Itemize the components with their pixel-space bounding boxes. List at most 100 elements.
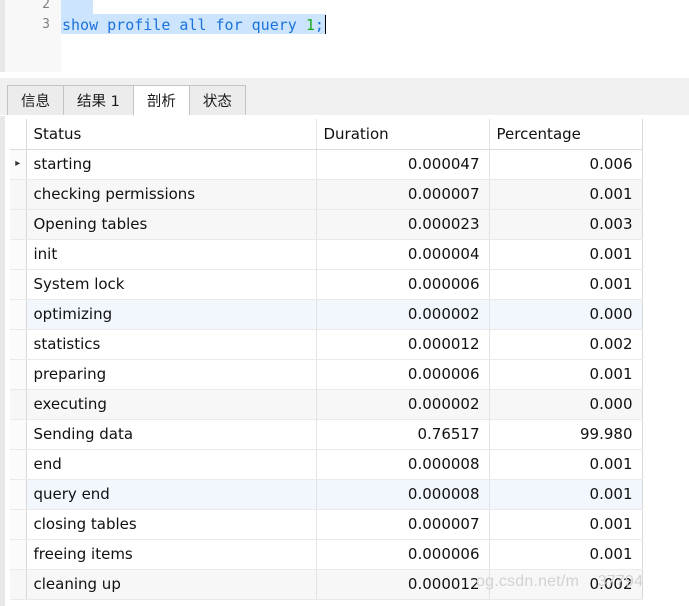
cell-status[interactable]: Sending data bbox=[26, 419, 317, 450]
table-row[interactable]: System lock 0.000006 0.001 bbox=[10, 269, 643, 300]
cell-duration[interactable]: 0.000008 bbox=[316, 449, 490, 480]
table-row[interactable]: closing tables 0.000007 0.001 bbox=[10, 509, 643, 540]
cell-duration[interactable]: 0.000007 bbox=[316, 179, 490, 210]
line-number-3: 3 bbox=[42, 17, 50, 32]
cell-status[interactable]: freeing items bbox=[26, 539, 317, 570]
row-marker-cell[interactable] bbox=[10, 479, 27, 510]
cell-status[interactable]: Opening tables bbox=[26, 209, 317, 240]
cell-percentage[interactable]: 0.002 bbox=[489, 569, 643, 600]
table-row[interactable]: statistics 0.000012 0.002 bbox=[10, 329, 643, 360]
table-row[interactable]: query end 0.000008 0.001 bbox=[10, 479, 643, 510]
cell-status[interactable]: executing bbox=[26, 389, 317, 420]
cell-duration[interactable]: 0.000012 bbox=[316, 329, 490, 360]
row-marker-cell[interactable] bbox=[10, 359, 27, 390]
cell-duration[interactable]: 0.000006 bbox=[316, 269, 490, 300]
cell-duration[interactable]: 0.76517 bbox=[316, 419, 490, 450]
sql-statement-terminator: ; bbox=[314, 16, 324, 34]
cell-percentage[interactable]: 0.000 bbox=[489, 299, 643, 330]
cell-duration[interactable]: 0.000006 bbox=[316, 539, 490, 570]
result-tab-bar: 信息 结果 1 剖析 状态 bbox=[0, 84, 689, 116]
row-marker-header bbox=[10, 119, 27, 150]
cell-status[interactable]: cleaning up bbox=[26, 569, 317, 600]
cell-duration[interactable]: 0.000008 bbox=[316, 479, 490, 510]
table-row[interactable]: Sending data 0.76517 99.980 bbox=[10, 419, 643, 450]
column-header-status[interactable]: Status bbox=[26, 119, 317, 150]
profile-table-body: ▸ starting 0.000047 0.006 checking permi… bbox=[10, 149, 643, 600]
line-number-2: 2 bbox=[42, 0, 50, 12]
cell-percentage[interactable]: 99.980 bbox=[489, 419, 643, 450]
cell-percentage[interactable]: 0.001 bbox=[489, 269, 643, 300]
cell-duration[interactable]: 0.000047 bbox=[316, 149, 490, 180]
cell-status[interactable]: query end bbox=[26, 479, 317, 510]
cell-percentage[interactable]: 0.003 bbox=[489, 209, 643, 240]
column-header-duration[interactable]: Duration bbox=[316, 119, 490, 150]
cell-duration[interactable]: 0.000023 bbox=[316, 209, 490, 240]
cell-percentage[interactable]: 0.006 bbox=[489, 149, 643, 180]
cell-status[interactable]: preparing bbox=[26, 359, 317, 390]
cell-duration[interactable]: 0.000004 bbox=[316, 239, 490, 270]
row-marker-cell[interactable] bbox=[10, 539, 27, 570]
table-row[interactable]: freeing items 0.000006 0.001 bbox=[10, 539, 643, 570]
cell-percentage[interactable]: 0.000 bbox=[489, 389, 643, 420]
row-marker-cell[interactable] bbox=[10, 569, 27, 600]
cell-percentage[interactable]: 0.001 bbox=[489, 179, 643, 210]
cell-status[interactable]: closing tables bbox=[26, 509, 317, 540]
row-marker-cell[interactable] bbox=[10, 329, 27, 360]
table-row[interactable]: end 0.000008 0.001 bbox=[10, 449, 643, 480]
cell-percentage[interactable]: 0.001 bbox=[489, 479, 643, 510]
cell-status[interactable]: System lock bbox=[26, 269, 317, 300]
editor-line-number-gutter: 2 3 bbox=[5, 0, 61, 72]
table-row[interactable]: init 0.000004 0.001 bbox=[10, 239, 643, 270]
cell-percentage[interactable]: 0.001 bbox=[489, 449, 643, 480]
table-row[interactable]: executing 0.000002 0.000 bbox=[10, 389, 643, 420]
cell-status[interactable]: optimizing bbox=[26, 299, 317, 330]
cell-status[interactable]: starting bbox=[26, 149, 317, 180]
cell-status[interactable]: init bbox=[26, 239, 317, 270]
row-marker-cell[interactable] bbox=[10, 269, 27, 300]
row-marker-cell[interactable] bbox=[10, 509, 27, 540]
cell-duration[interactable]: 0.000007 bbox=[316, 509, 490, 540]
row-marker-cell[interactable] bbox=[10, 449, 27, 480]
table-row[interactable]: checking permissions 0.000007 0.001 bbox=[10, 179, 643, 210]
row-marker-cell[interactable] bbox=[10, 389, 27, 420]
profile-result-grid[interactable]: Status Duration Percentage ▸ starting 0.… bbox=[0, 116, 689, 606]
table-row[interactable]: cleaning up 0.000012 0.002 bbox=[10, 569, 643, 600]
tab-strip: 信息 结果 1 剖析 状态 bbox=[7, 85, 246, 116]
row-marker-cell[interactable] bbox=[10, 299, 27, 330]
cell-percentage[interactable]: 0.001 bbox=[489, 539, 643, 570]
cell-status[interactable]: end bbox=[26, 449, 317, 480]
table-row[interactable]: optimizing 0.000002 0.000 bbox=[10, 299, 643, 330]
cell-duration[interactable]: 0.000012 bbox=[316, 569, 490, 600]
tab-profile[interactable]: 剖析 bbox=[132, 85, 189, 116]
row-marker-cell[interactable] bbox=[10, 179, 27, 210]
table-row[interactable]: Opening tables 0.000023 0.003 bbox=[10, 209, 643, 240]
profile-table: Status Duration Percentage ▸ starting 0.… bbox=[10, 119, 643, 600]
tab-status[interactable]: 状态 bbox=[188, 85, 246, 116]
cell-percentage[interactable]: 0.001 bbox=[489, 239, 643, 270]
table-header-row: Status Duration Percentage bbox=[10, 119, 643, 150]
cell-percentage[interactable]: 0.001 bbox=[489, 509, 643, 540]
cell-duration[interactable]: 0.000002 bbox=[316, 299, 490, 330]
table-row[interactable]: preparing 0.000006 0.001 bbox=[10, 359, 643, 390]
column-header-percentage[interactable]: Percentage bbox=[489, 119, 643, 150]
tab-info[interactable]: 信息 bbox=[7, 85, 63, 116]
current-row-triangle-icon: ▸ bbox=[15, 157, 21, 169]
row-marker-cell[interactable]: ▸ bbox=[10, 149, 27, 180]
cell-percentage[interactable]: 0.001 bbox=[489, 359, 643, 390]
table-row[interactable]: ▸ starting 0.000047 0.006 bbox=[10, 149, 643, 180]
grid-left-rule bbox=[0, 116, 5, 606]
cell-duration[interactable]: 0.000002 bbox=[316, 389, 490, 420]
sql-client-window: 2 3 show profile all for query 1; 信息 结果 … bbox=[0, 0, 689, 606]
text-caret bbox=[324, 15, 326, 34]
row-marker-cell[interactable] bbox=[10, 239, 27, 270]
code-line-3[interactable]: show profile all for query 1; bbox=[61, 14, 326, 34]
sql-editor-pane[interactable]: 2 3 show profile all for query 1; bbox=[0, 0, 689, 78]
row-marker-cell[interactable] bbox=[10, 209, 27, 240]
row-marker-cell[interactable] bbox=[10, 419, 27, 450]
cell-status[interactable]: checking permissions bbox=[26, 179, 317, 210]
sql-number-literal: 1 bbox=[305, 16, 315, 34]
cell-duration[interactable]: 0.000006 bbox=[316, 359, 490, 390]
tab-result-1[interactable]: 结果 1 bbox=[63, 85, 133, 116]
cell-status[interactable]: statistics bbox=[26, 329, 317, 360]
cell-percentage[interactable]: 0.002 bbox=[489, 329, 643, 360]
